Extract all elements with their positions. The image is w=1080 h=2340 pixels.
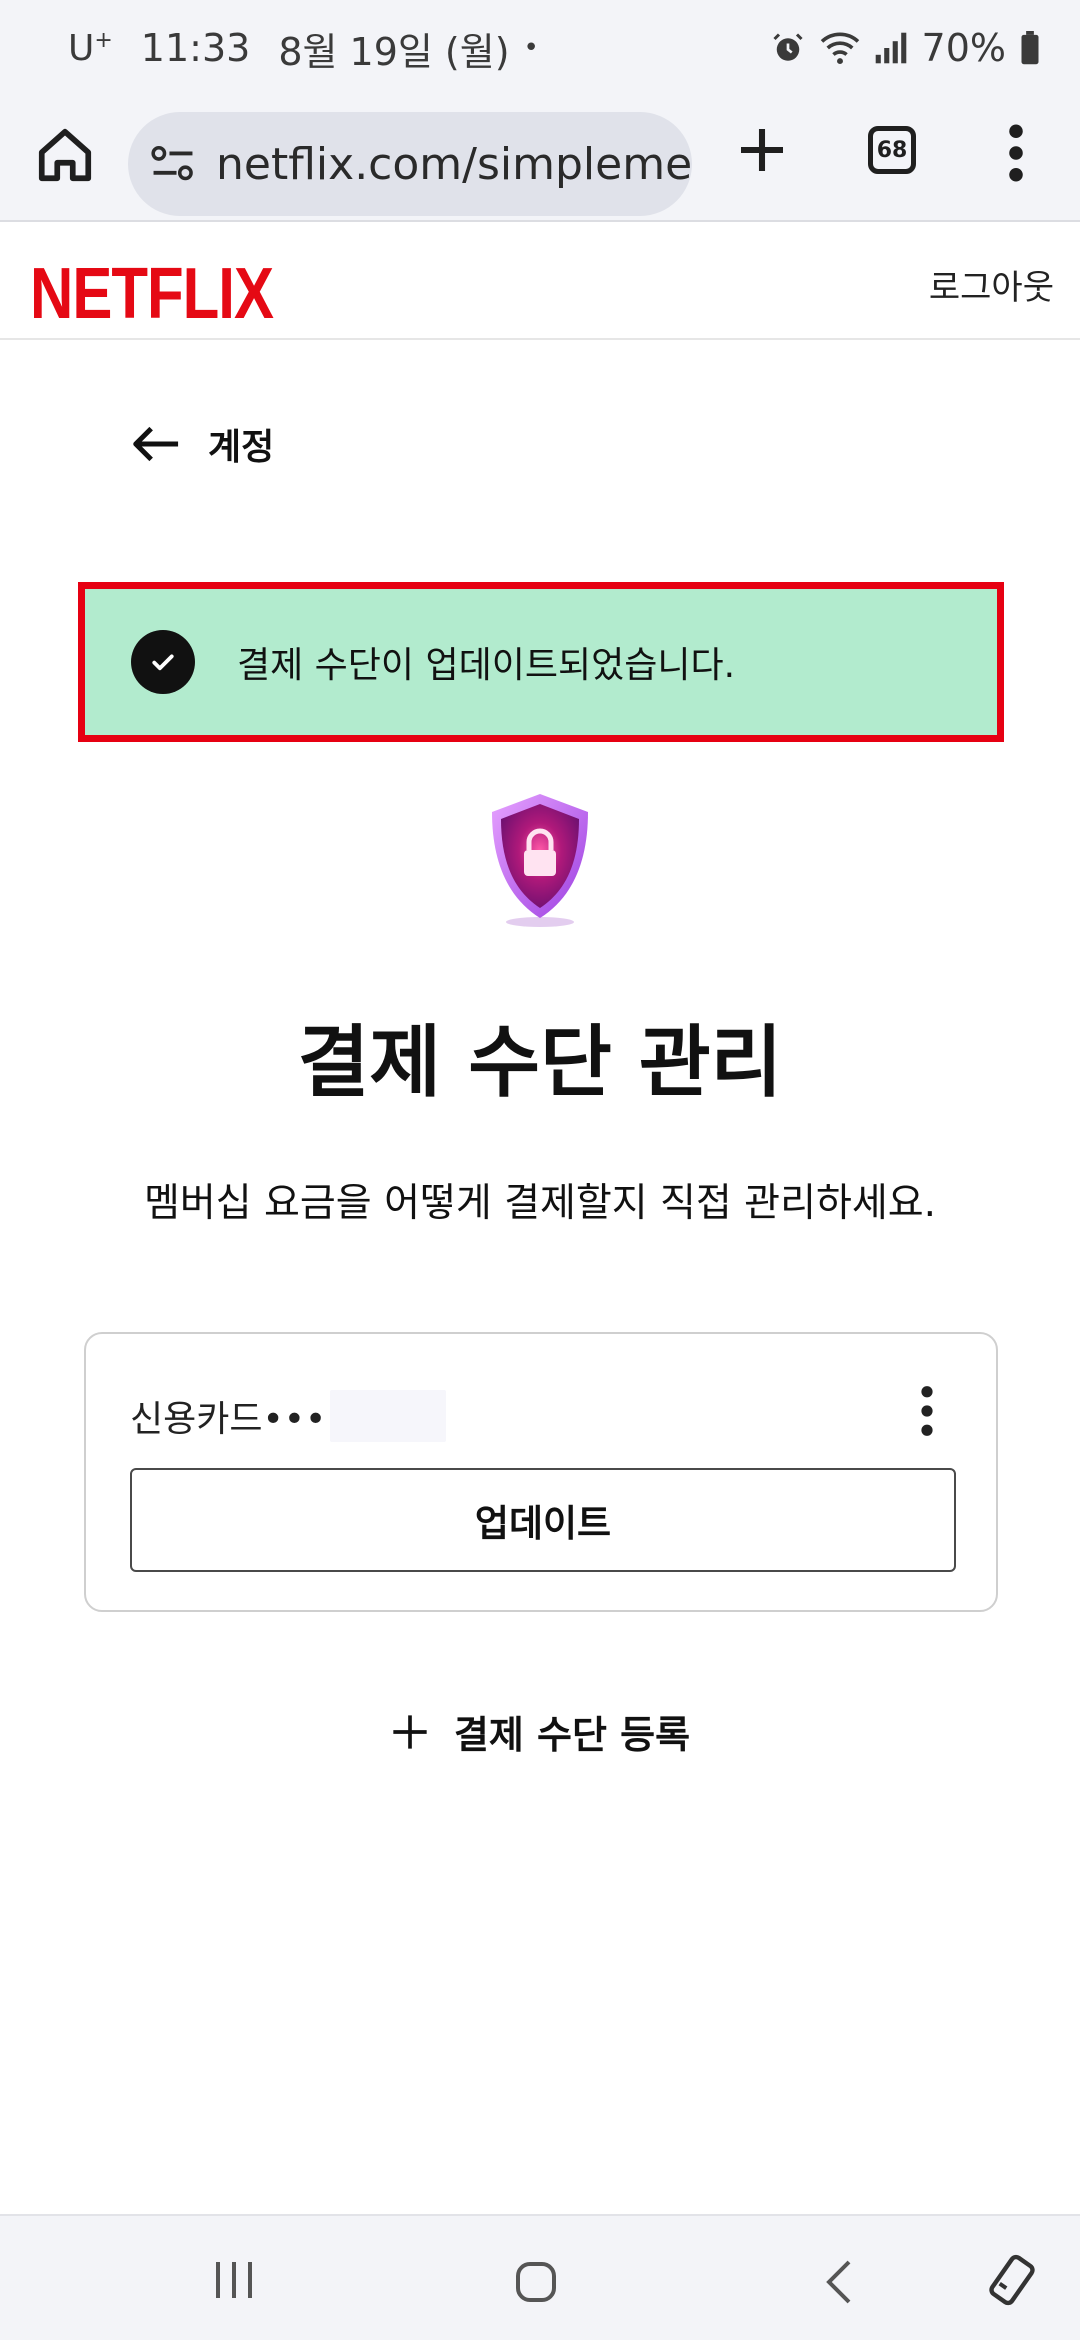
success-banner: 결제 수단이 업데이트되었습니다.	[78, 582, 1004, 742]
url-text: netflix.com/simpleme	[216, 138, 692, 190]
card-label: 신용카드•••	[130, 1390, 447, 1442]
shield-lock-icon	[492, 794, 588, 927]
update-button[interactable]: 업데이트	[130, 1468, 956, 1572]
tab-count: 68	[876, 137, 908, 163]
new-tab-icon[interactable]	[734, 122, 790, 178]
site-settings-icon[interactable]	[150, 144, 196, 184]
signal-icon	[875, 32, 906, 64]
battery-percent: 70%	[921, 26, 1006, 70]
site-header: NETFLIX 로그아웃	[0, 224, 1080, 340]
check-circle-icon	[131, 630, 195, 694]
page-title: 결제 수단 관리	[297, 1018, 783, 1108]
redacted-card-number	[330, 1390, 447, 1442]
back-to-account-link[interactable]: 계정	[130, 418, 274, 470]
page-subtitle: 멤버십 요금을 어떻게 결제할지 직접 관리하세요.	[144, 1181, 936, 1226]
status-date: 8월 19일 (월)	[278, 29, 510, 74]
arrow-left-icon	[133, 426, 179, 462]
logout-link[interactable]: 로그아웃	[929, 260, 1054, 309]
banner-message: 결제 수단이 업데이트되었습니다.	[237, 645, 736, 686]
wifi-icon	[820, 32, 859, 65]
netflix-logo[interactable]: NETFLIX	[30, 252, 274, 335]
back-label: 계정	[208, 427, 275, 468]
alarm-icon	[772, 33, 803, 61]
status-bar: U+ 11:33 8월 19일 (월) • 70%	[0, 0, 1080, 96]
back-nav-icon[interactable]	[822, 2258, 856, 2306]
page: U+ 11:33 8월 19일 (월) • 70% netflix.com/si…	[0, 0, 1080, 2340]
home-nav-icon[interactable]	[512, 2258, 560, 2306]
payment-method-card: 신용카드••• 업데이트	[84, 1332, 998, 1612]
recents-icon[interactable]	[210, 2258, 258, 2302]
add-payment-label: 결제 수단 등록	[453, 1713, 691, 1757]
card-more-icon[interactable]	[920, 1384, 934, 1438]
add-payment-method-link[interactable]: 결제 수단 등록	[0, 1704, 1080, 1759]
card-type-label: 신용카드•••	[130, 1399, 327, 1440]
browser-toolbar: netflix.com/simpleme 68	[0, 96, 1080, 222]
notification-dot: •	[523, 33, 539, 63]
status-time: 11:33	[140, 26, 251, 70]
carrier: U+	[68, 27, 113, 69]
rotate-icon[interactable]	[984, 2252, 1040, 2308]
home-icon[interactable]	[34, 124, 96, 186]
tabs-button[interactable]: 68	[868, 126, 916, 174]
more-vert-icon[interactable]	[1004, 124, 1028, 182]
battery-icon	[1021, 31, 1039, 65]
system-nav-bar	[0, 2214, 1080, 2340]
address-bar[interactable]: netflix.com/simpleme	[128, 112, 692, 216]
plus-icon	[393, 1714, 427, 1749]
